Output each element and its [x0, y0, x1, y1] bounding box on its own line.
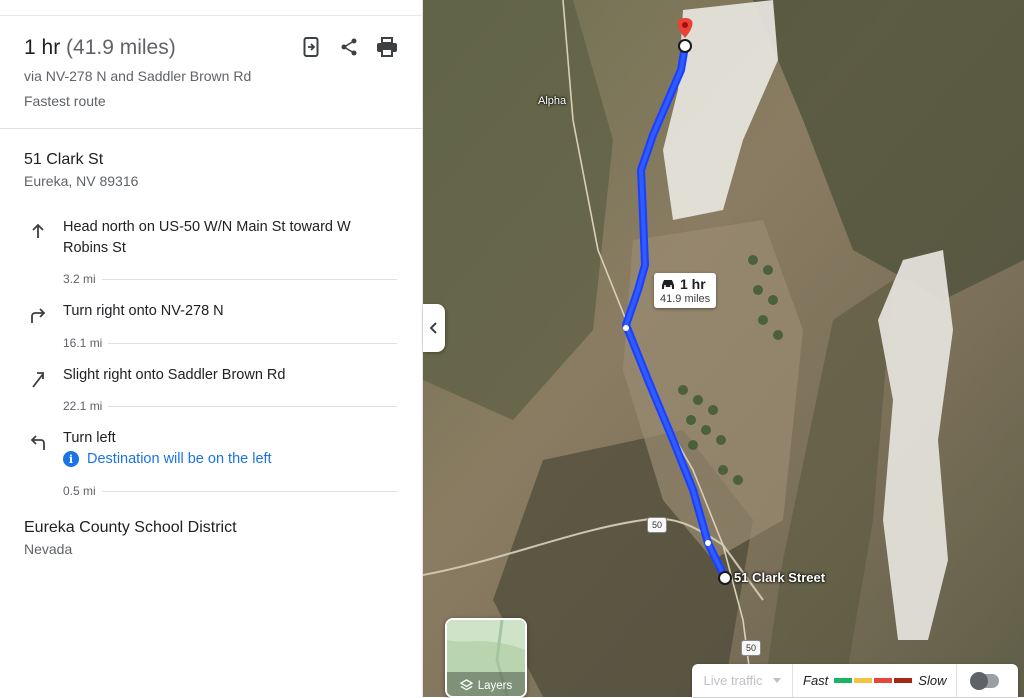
route-callout-distance: 41.9 miles [660, 293, 711, 305]
step-instruction: Slight right onto Saddler Brown Rd [63, 367, 286, 383]
step-instruction: Turn left [63, 430, 116, 446]
map-imagery [423, 0, 1024, 697]
info-icon: i [63, 451, 79, 467]
duration-text: 1 hr [24, 36, 61, 59]
legend-swatch [854, 678, 873, 683]
route-callout-time: 1 hr [680, 276, 706, 292]
start-place-name[interactable]: 51 Clark St [24, 151, 103, 169]
layers-button[interactable]: Layers [445, 618, 527, 698]
top-divider [0, 15, 422, 16]
step-divider [63, 343, 397, 344]
route-via: via NV-278 N and Saddler Brown Rd [24, 68, 252, 84]
step-distance: 16.1 mi [63, 336, 109, 350]
place-label-alpha[interactable]: Alpha [538, 95, 566, 107]
start-place-address: Eureka, NV 89316 [24, 173, 139, 189]
destination-place-name[interactable]: Eureka County School District [24, 519, 237, 537]
legend-swatch [874, 678, 893, 683]
share-button[interactable] [338, 36, 360, 58]
dropdown-arrow-icon [772, 678, 781, 683]
send-to-phone-button[interactable] [300, 36, 322, 58]
layers-label: Layers [447, 679, 525, 692]
us50-shield: 50 [647, 517, 667, 533]
summary-divider [0, 128, 422, 129]
send-to-phone-icon [303, 37, 319, 57]
step-distance: 3.2 mi [63, 272, 102, 286]
step-instruction: Turn right onto NV-278 N [63, 303, 224, 319]
turn-left-icon [30, 435, 45, 450]
step-distance: 22.1 mi [63, 399, 109, 413]
turn-right-icon [31, 308, 46, 323]
arrow-up-icon [32, 223, 44, 238]
legend-slow-label: Slow [918, 673, 947, 688]
destination-note-text: Destination will be on the left [87, 451, 272, 467]
traffic-legend: Fast Slow [793, 664, 958, 697]
satellite-map[interactable]: Alpha 1 hr 41.9 miles 51 Clark Street 50… [423, 0, 1024, 697]
route-summary-duration: 1 hr (41.9 miles) [24, 36, 176, 60]
slight-right-icon [32, 372, 44, 388]
legend-fast-label: Fast [803, 673, 829, 688]
traffic-type-select[interactable]: Live traffic [692, 664, 793, 697]
destination-place-region: Nevada [24, 541, 73, 557]
toggle-knob [970, 671, 989, 690]
destination-note: i Destination will be on the left [63, 451, 272, 467]
step-divider [63, 491, 397, 492]
traffic-toggle[interactable] [970, 671, 1000, 690]
start-marker[interactable] [718, 571, 732, 585]
collapse-panel-button[interactable] [423, 304, 445, 352]
print-button[interactable] [376, 36, 398, 58]
step-divider [63, 406, 397, 407]
layers-icon [459, 679, 473, 691]
step-distance: 0.5 mi [63, 484, 102, 498]
print-icon [377, 37, 397, 57]
directions-panel: 1 hr (41.9 miles) via NV-278 N and Saddl… [0, 0, 423, 697]
chevron-left-icon [430, 322, 437, 334]
legend-swatch [894, 678, 913, 683]
legend-swatch [834, 678, 853, 683]
distance-text: (41.9 miles) [66, 36, 176, 59]
route-note: Fastest route [24, 93, 106, 109]
share-icon [341, 38, 357, 56]
route-actions [300, 36, 398, 58]
us50-shield: 50 [741, 640, 761, 656]
step-divider [63, 279, 397, 280]
start-street-label[interactable]: 51 Clark Street [734, 570, 825, 585]
car-icon [662, 280, 674, 289]
step-instruction: Head north on US-50 W/N Main St toward W… [63, 219, 351, 256]
route-time-callout[interactable]: 1 hr 41.9 miles [654, 273, 717, 308]
traffic-select-value: Live traffic [703, 673, 763, 688]
traffic-controls: Live traffic Fast Slow [692, 664, 1018, 697]
